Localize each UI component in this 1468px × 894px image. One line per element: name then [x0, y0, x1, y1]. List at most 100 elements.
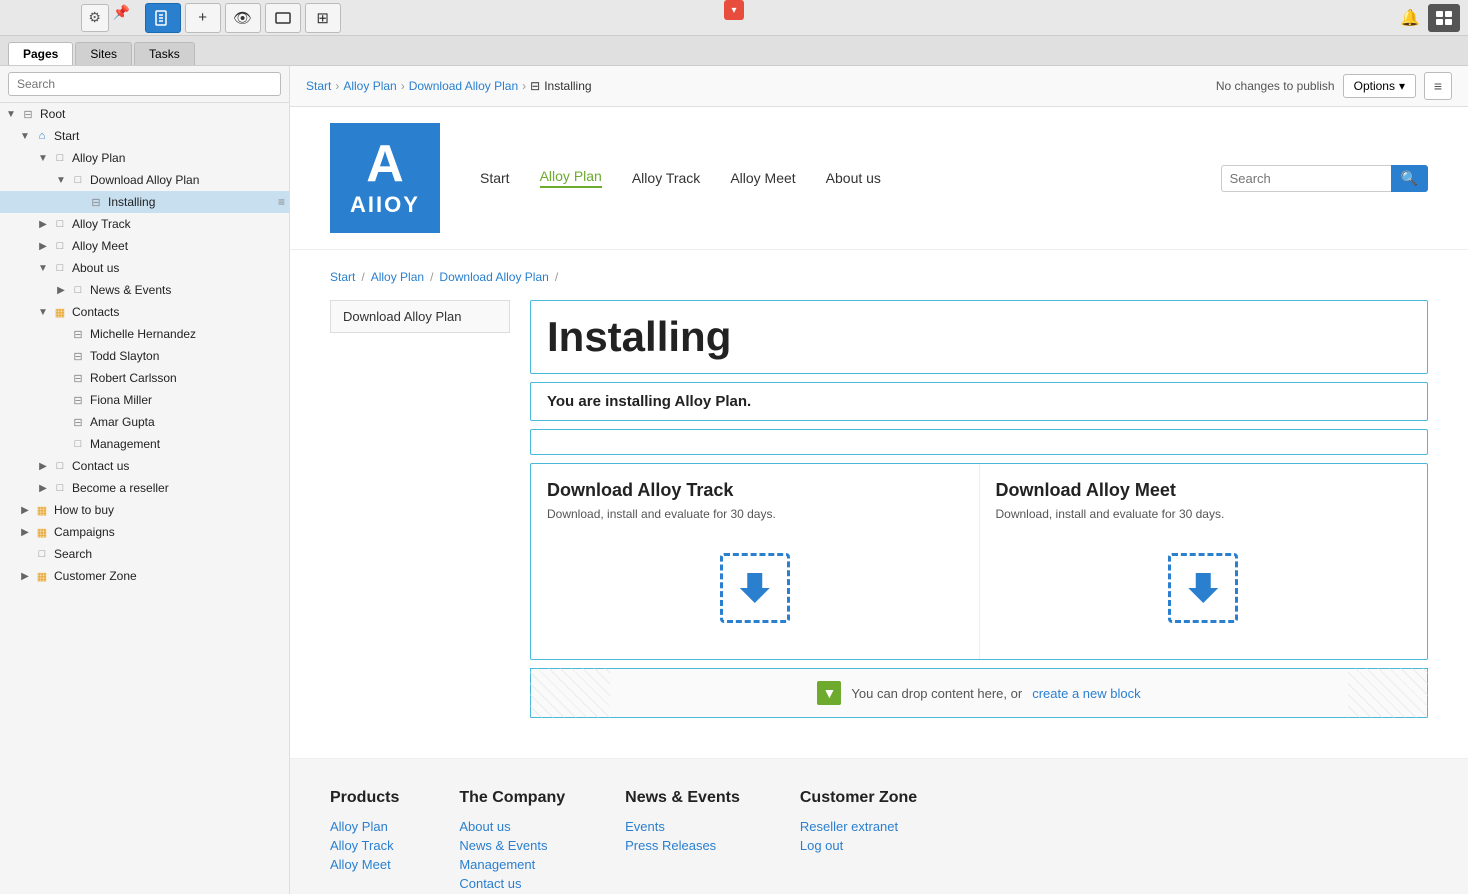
footer-col-products: Products Alloy Plan Alloy Track Alloy Me…: [330, 789, 399, 894]
nav-start[interactable]: Start: [480, 170, 510, 186]
tab-sites[interactable]: Sites: [75, 42, 132, 65]
tab-pages[interactable]: Pages: [8, 42, 73, 65]
tree-item-about-us[interactable]: ▼ □ About us: [0, 257, 289, 279]
pin-button[interactable]: 📌: [113, 4, 141, 32]
tree-item-start[interactable]: ▼ ⌂ Start: [0, 125, 289, 147]
footer-link-reseller-extranet[interactable]: Reseller extranet: [800, 819, 917, 834]
nav-alloy-plan[interactable]: Alloy Plan: [540, 168, 602, 188]
nav-alloy-meet[interactable]: Alloy Meet: [730, 170, 795, 186]
tree-item-contact-us[interactable]: ▶ □ Contact us: [0, 455, 289, 477]
page-breadcrumb-alloy-plan[interactable]: Alloy Plan: [371, 270, 424, 284]
tree-label-start: Start: [54, 129, 285, 143]
footer-link-about-us[interactable]: About us: [459, 819, 565, 834]
breadcrumb-alloy-plan[interactable]: Alloy Plan: [343, 79, 396, 93]
tree-item-alloy-plan[interactable]: ▼ □ Alloy Plan: [0, 147, 289, 169]
tree-label-fiona: Fiona Miller: [90, 393, 285, 407]
tree-item-root[interactable]: ▼ ⊟ Root: [0, 103, 289, 125]
page-icon-search: □: [34, 546, 50, 562]
footer-link-news-events[interactable]: News & Events: [459, 838, 565, 853]
nav-about-us[interactable]: About us: [826, 170, 881, 186]
no-changes-text: No changes to publish: [1216, 79, 1335, 93]
subtitle-text: You are installing Alloy Plan.: [531, 383, 1427, 420]
tree-label-alloy-meet: Alloy Meet: [72, 239, 285, 253]
download-icon-meet-container: [996, 533, 1412, 643]
page-breadcrumb-download[interactable]: Download Alloy Plan: [439, 270, 548, 284]
logo-text: AIIOY: [350, 192, 420, 218]
tree-item-contacts[interactable]: ▼ ▦ Contacts: [0, 301, 289, 323]
site-search-button[interactable]: 🔍: [1391, 165, 1428, 192]
download-card-meet[interactable]: Download Alloy Meet Download, install an…: [980, 464, 1428, 659]
tree-label-about-us: About us: [72, 261, 285, 275]
tree-item-search[interactable]: □ Search: [0, 543, 289, 565]
breadcrumb-start[interactable]: Start: [306, 79, 331, 93]
tree-item-installing[interactable]: ⊟ Installing ≡: [0, 191, 289, 213]
tree-item-reseller[interactable]: ▶ □ Become a reseller: [0, 477, 289, 499]
tree-item-fiona[interactable]: ⊟ Fiona Miller: [0, 389, 289, 411]
tab-tasks[interactable]: Tasks: [134, 42, 195, 65]
footer-link-events[interactable]: Events: [625, 819, 740, 834]
tree-item-michelle[interactable]: ⊟ Michelle Hernandez: [0, 323, 289, 345]
options-button[interactable]: Options ▾: [1343, 74, 1416, 98]
footer-link-alloy-meet[interactable]: Alloy Meet: [330, 857, 399, 872]
page-icon-todd: ⊟: [70, 348, 86, 364]
tree-item-download-alloy-plan[interactable]: ▼ □ Download Alloy Plan: [0, 169, 289, 191]
site-logo: A AIIOY: [330, 123, 440, 233]
hatch-right: [1348, 668, 1428, 718]
page-breadcrumb-start[interactable]: Start: [330, 270, 355, 284]
footer-heading-customer-zone: Customer Zone: [800, 789, 917, 807]
tree-item-alloy-track[interactable]: ▶ □ Alloy Track: [0, 213, 289, 235]
footer-link-press-releases[interactable]: Press Releases: [625, 838, 740, 853]
footer-link-log-out[interactable]: Log out: [800, 838, 917, 853]
tree-label-customer-zone: Customer Zone: [54, 569, 285, 583]
media-toolbar-button[interactable]: [265, 3, 301, 33]
tree-label-alloy-plan: Alloy Plan: [72, 151, 285, 165]
tree-item-management[interactable]: □ Management: [0, 433, 289, 455]
tree-item-todd[interactable]: ⊟ Todd Slayton: [0, 345, 289, 367]
tree-item-campaigns[interactable]: ▶ ▦ Campaigns: [0, 521, 289, 543]
add-toolbar-button[interactable]: +: [185, 3, 221, 33]
breadcrumb-download-alloy-plan[interactable]: Download Alloy Plan: [409, 79, 518, 93]
pages-toolbar-button[interactable]: [145, 3, 181, 33]
download-icon-track[interactable]: [720, 553, 790, 623]
list-view-button[interactable]: ≡: [1424, 72, 1452, 100]
view-toolbar-button[interactable]: 👁: [225, 3, 261, 33]
tree-label-amar: Amar Gupta: [90, 415, 285, 429]
sidebar-nav-item-download[interactable]: Download Alloy Plan: [330, 300, 510, 333]
breadcrumb-current: ⊟ Installing: [530, 79, 591, 93]
download-arrow-meet: [1188, 573, 1218, 603]
tree-item-amar[interactable]: ⊟ Amar Gupta: [0, 411, 289, 433]
page-tree: ▼ ⊟ Root ▼ ⌂ Start ▼ □ Alloy Plan ▼ □ Do…: [0, 103, 289, 894]
tree-item-alloy-meet[interactable]: ▶ □ Alloy Meet: [0, 235, 289, 257]
download-card-track[interactable]: Download Alloy Track Download, install a…: [531, 464, 980, 659]
item-options-icon[interactable]: ≡: [278, 195, 285, 209]
create-new-block-link[interactable]: create a new block: [1032, 686, 1140, 701]
drop-zone[interactable]: ▼ You can drop content here, or create a…: [530, 668, 1428, 718]
footer-heading-company: The Company: [459, 789, 565, 807]
page-title-block[interactable]: Installing: [530, 300, 1428, 374]
tree-item-how-to-buy[interactable]: ▶ ▦ How to buy: [0, 499, 289, 521]
dropdown-arrow-icon[interactable]: ▾: [724, 0, 744, 20]
footer-link-alloy-plan[interactable]: Alloy Plan: [330, 819, 399, 834]
tree-item-news-events[interactable]: ▶ □ News & Events: [0, 279, 289, 301]
nav-alloy-track[interactable]: Alloy Track: [632, 170, 700, 186]
download-icon-meet[interactable]: [1168, 553, 1238, 623]
tree-item-customer-zone[interactable]: ▶ ▦ Customer Zone: [0, 565, 289, 587]
site-search-input[interactable]: [1221, 165, 1391, 192]
expand-toolbar-button[interactable]: ⊞: [305, 3, 341, 33]
subtitle-block[interactable]: You are installing Alloy Plan.: [530, 382, 1428, 421]
download-arrow-track: [740, 573, 770, 603]
download-cards-container: Download Alloy Track Download, install a…: [530, 463, 1428, 660]
empty-block[interactable]: [530, 429, 1428, 455]
footer-link-management[interactable]: Management: [459, 857, 565, 872]
sidebar-search-input[interactable]: [8, 72, 281, 96]
website-preview: A AIIOY Start Alloy Plan Alloy Track All…: [290, 107, 1468, 894]
tree-item-robert[interactable]: ⊟ Robert Carlsson: [0, 367, 289, 389]
gear-button[interactable]: ⚙: [81, 4, 109, 32]
footer-link-contact-us[interactable]: Contact us: [459, 876, 565, 891]
page-icon-fiona: ⊟: [70, 392, 86, 408]
download-card-meet-title: Download Alloy Meet: [996, 480, 1412, 501]
page-icon-amar: ⊟: [70, 414, 86, 430]
notification-button[interactable]: 🔔: [1400, 8, 1420, 28]
footer-link-alloy-track[interactable]: Alloy Track: [330, 838, 399, 853]
pages-icon-button[interactable]: [1428, 4, 1460, 32]
